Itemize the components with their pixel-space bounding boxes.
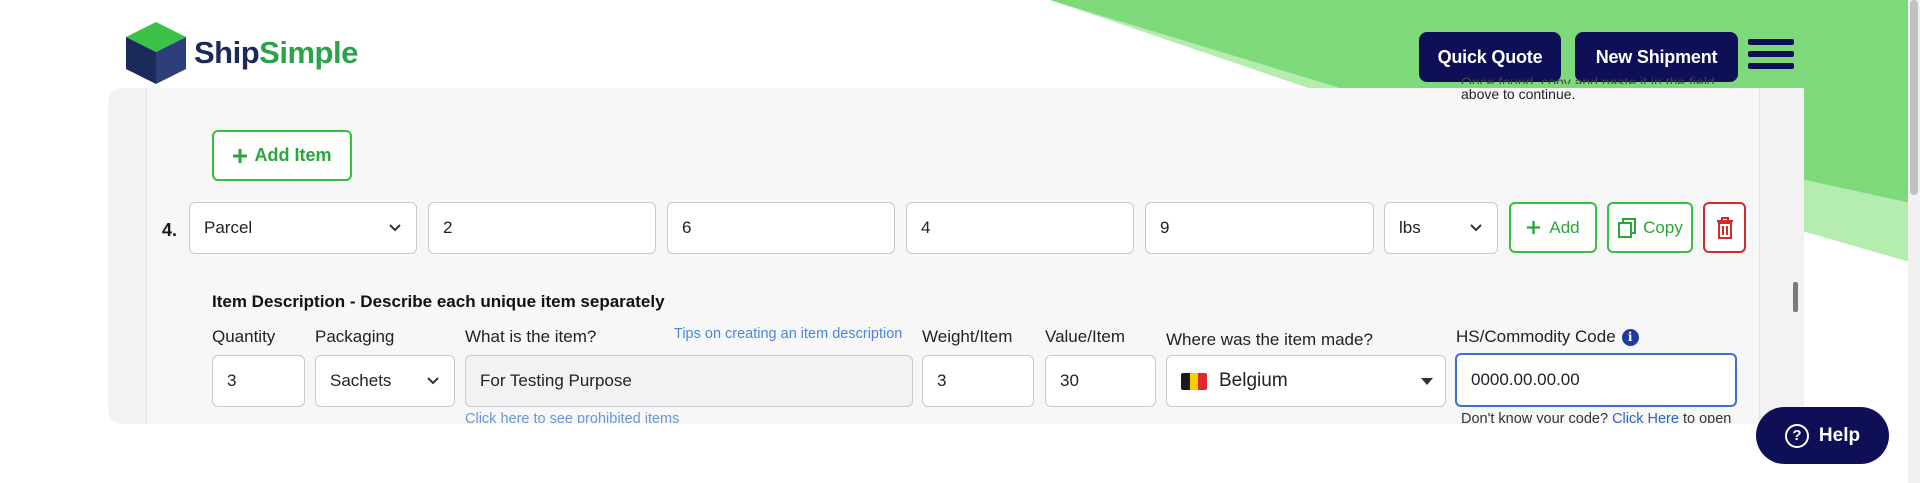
- value-per-item-value: 30: [1060, 371, 1079, 390]
- logo-text-ship: Ship: [194, 35, 260, 70]
- logo-text-simple: Simple: [259, 35, 358, 70]
- belgium-flag-icon: [1181, 372, 1207, 390]
- weight-input[interactable]: 9: [1145, 202, 1374, 254]
- add-package-label: Add: [1549, 217, 1580, 237]
- add-package-button[interactable]: Add: [1509, 202, 1597, 253]
- length-input[interactable]: 2: [428, 202, 656, 254]
- chevron-down-icon: [1470, 224, 1482, 232]
- packaging-select[interactable]: Sachets: [315, 355, 455, 407]
- origin-country-select[interactable]: Belgium: [1166, 355, 1446, 407]
- weight-unit-value: lbs: [1399, 218, 1421, 237]
- item-description-title: Item Description - Describe each unique …: [212, 292, 665, 311]
- copy-package-label: Copy: [1643, 217, 1683, 237]
- weight-per-item-input[interactable]: 3: [922, 355, 1034, 407]
- height-value: 4: [921, 218, 931, 237]
- packaging-label: Packaging: [315, 327, 395, 346]
- width-value: 6: [682, 218, 692, 237]
- weight-unit-select[interactable]: lbs: [1384, 202, 1498, 254]
- value-per-item-input[interactable]: 30: [1045, 355, 1156, 407]
- package-type-value: Parcel: [204, 218, 253, 237]
- caret-down-icon: [1421, 378, 1433, 385]
- delete-package-button[interactable]: [1703, 202, 1746, 253]
- scrollbar-thumb[interactable]: [1910, 0, 1918, 195]
- chevron-down-icon: [389, 224, 401, 232]
- menu-icon[interactable]: [1748, 39, 1794, 75]
- trash-icon: [1716, 216, 1733, 239]
- packaging-value: Sachets: [330, 371, 392, 390]
- logo[interactable]: ShipSimple: [124, 20, 358, 86]
- item-description-input[interactable]: For Testing Purpose: [465, 355, 913, 407]
- code-help-link[interactable]: Click Here: [1612, 411, 1679, 423]
- plus-icon: [233, 148, 248, 163]
- help-button[interactable]: ? Help: [1756, 407, 1889, 464]
- hs-code-label: HS/Commodity Code: [1456, 327, 1616, 346]
- weight-value: 9: [1160, 218, 1170, 237]
- code-help-line-1: Once found, copy and paste it in the fie…: [1461, 74, 1715, 84]
- add-item-button[interactable]: Add Item: [212, 130, 352, 181]
- value-item-label: Value/Item: [1045, 327, 1126, 346]
- length-value: 2: [443, 218, 453, 237]
- package-type-select[interactable]: Parcel: [189, 202, 417, 254]
- width-input[interactable]: 6: [667, 202, 895, 254]
- hs-code-input[interactable]: 0000.00.00.00: [1455, 353, 1737, 407]
- code-help-text-top: Once found, copy and paste it in the fie…: [1461, 74, 1715, 104]
- chevron-down-icon: [427, 377, 439, 385]
- code-help-line-2: above to continue.: [1461, 86, 1576, 102]
- origin-country-value: Belgium: [1219, 370, 1288, 391]
- code-help-prefix: Don't know your code?: [1461, 411, 1609, 423]
- plus-icon: [1527, 220, 1541, 235]
- item-description-value: For Testing Purpose: [480, 371, 632, 390]
- copy-icon: [1618, 217, 1637, 238]
- item-description-tips-link[interactable]: Tips on creating an item description: [674, 326, 902, 342]
- quantity-label: Quantity: [212, 327, 276, 346]
- copy-package-button[interactable]: Copy: [1607, 202, 1693, 253]
- hs-code-label-wrap: HS/Commodity Code i: [1456, 327, 1639, 347]
- page: ShipSimple Quick Quote New Shipment Once…: [0, 0, 1920, 483]
- item-what-label: What is the item?: [465, 327, 597, 346]
- code-help-suffix: to open: [1682, 411, 1732, 423]
- add-item-label: Add Item: [254, 145, 332, 165]
- question-icon: ?: [1784, 423, 1809, 448]
- info-icon[interactable]: i: [1621, 329, 1639, 346]
- origin-label: Where was the item made?: [1166, 330, 1373, 349]
- help-label: Help: [1818, 424, 1861, 446]
- card-scrollbar[interactable]: [1786, 88, 1804, 424]
- code-help-text: Don't know your code? Click Here to open: [1461, 411, 1731, 423]
- package-row-number: 4.: [162, 220, 178, 240]
- hs-code-value: 0000.00.00.00: [1471, 370, 1580, 389]
- weight-item-label: Weight/Item: [922, 327, 1013, 346]
- weight-per-item-value: 3: [937, 371, 947, 390]
- quantity-value: 3: [227, 371, 237, 390]
- quantity-input[interactable]: 3: [212, 355, 305, 407]
- page-scrollbar[interactable]: [1908, 0, 1920, 483]
- logo-cube-icon: [126, 22, 186, 84]
- prohibited-items-link[interactable]: Click here to see prohibited items: [465, 411, 679, 423]
- height-input[interactable]: 4: [906, 202, 1134, 254]
